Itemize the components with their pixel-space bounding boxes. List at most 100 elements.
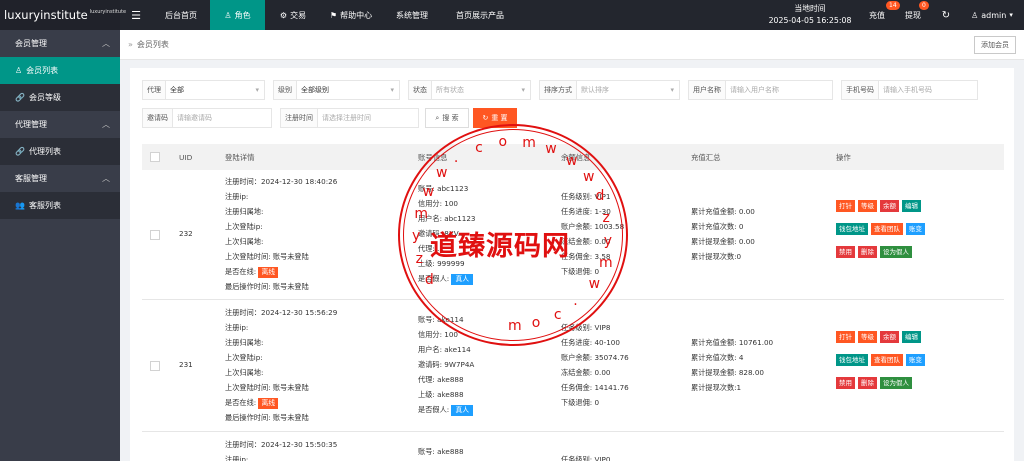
watermark-letter: m [414,205,429,222]
add-member-button[interactable]: 添加会员 [974,36,1016,54]
delete-button[interactable]: 删除 [858,246,877,258]
edit-button[interactable]: 编辑 [902,331,921,343]
row-checkbox[interactable] [150,230,160,240]
balance-button[interactable]: 余额 [880,331,899,343]
sidebar-item-agent-list[interactable]: 🔗 代理列表 [0,138,120,165]
withdraw-link[interactable]: 提现 0 [894,0,932,30]
user-icon: ♙ [15,66,23,75]
status-placeholder: 所有状态 [436,86,464,94]
sidebar-group-members[interactable]: 会员管理 ︿ [0,30,120,57]
sort-select[interactable]: 默认排序 ▾ [576,80,680,100]
sidebar: 会员管理 ︿ ♙ 会员列表 🔗 会员等级 代理管理 ︿ 🔗 代理列表 客服管理 … [0,30,120,461]
sidebar-group-service[interactable]: 客服管理 ︿ [0,165,120,192]
chevron-down-icon: ▾ [521,86,525,94]
balance-button[interactable]: 余额 [880,200,899,212]
disable-button[interactable]: 禁用 [836,246,855,258]
recharge-label: 充值 [869,10,885,20]
sort-label: 排序方式 [539,80,576,100]
login-line: 注册ip: [225,323,249,332]
nav-products-label: 首页展示产品 [456,10,504,20]
online-line: 是否在线: 离线 [225,264,337,279]
invite-input[interactable]: 请输邀请码 [172,108,272,128]
breadcrumb-current: 会员列表 [136,40,169,49]
recharge-link[interactable]: 充值 14 [860,0,900,30]
chevron-down-icon: ▾ [255,86,259,94]
set-fake-button[interactable]: 设为假人 [880,246,912,258]
watermark-letter: y [603,232,613,249]
balance-line: 账户余额: 35074.76 [561,353,629,362]
menu-toggle-icon[interactable]: ☰ [120,0,152,30]
login-details: 注册时间：2024-12-30 15:50:35 注册ip: [225,437,337,461]
sidebar-item-member-level[interactable]: 🔗 会员等级 [0,84,120,111]
watermark-letter: d [424,272,434,288]
select-all-checkbox[interactable] [150,152,160,162]
recharge-line: 累计充值次数: 0 [691,222,744,231]
link-icon: 🔗 [15,147,25,156]
level-button[interactable]: 等级 [858,331,877,343]
search-button[interactable]: ⌕ 搜 索 [425,108,469,128]
watermark-text: 道臻源码网 [430,231,570,262]
wallet-button[interactable]: 钱包地址 [836,223,868,235]
recharge-line: 累计提现次数:0 [691,252,742,261]
agent-select[interactable]: 全部 ▾ [165,80,265,100]
account-line: 上级: ake888 [418,390,464,399]
nav-trade[interactable]: ⚙ 交易 [265,0,321,30]
sidebar-item-service-list[interactable]: 👥 客服列表 [0,192,120,219]
watermark-letter: z [602,210,610,227]
account-info: 账号: ake888 [418,444,464,459]
row-actions: 打针 等级 余额 编辑 钱包地址 查看团队 账变 禁用 删除 设为假人 [836,200,925,269]
user-icon: ♙ [224,10,232,20]
sidebar-group-agents[interactable]: 代理管理 ︿ [0,111,120,138]
wallet-button[interactable]: 钱包地址 [836,354,868,366]
username-label: 用户名称 [688,80,725,100]
phone-input[interactable]: 请输入手机号码 [878,80,978,100]
status-badge: 离线 [258,398,279,409]
chevron-up-icon: ︿ [102,174,110,183]
nav-roles[interactable]: ♙ 角色 [210,0,265,30]
login-line: 上次登陆ip: [225,222,263,231]
watermark-letter: w [436,165,448,182]
edit-button[interactable]: 编辑 [902,200,921,212]
team-button[interactable]: 查看团队 [871,223,903,235]
account-line: 代理: ake888 [418,375,464,384]
sidebar-item-label: 会员等级 [28,93,61,102]
username-input[interactable]: 请输入用户名称 [725,80,833,100]
watermark-letter: c [553,306,562,323]
status-select[interactable]: 所有状态 ▾ [431,80,531,100]
fake-line: 是否假人: 真人 [418,402,474,417]
sidebar-item-member-list[interactable]: ♙ 会员列表 [0,57,120,84]
ledger-button[interactable]: 账变 [906,223,925,235]
inject-button[interactable]: 打针 [836,200,855,212]
ledger-button[interactable]: 账变 [906,354,925,366]
login-line: 最后操作时间: 账号未登陆 [225,413,309,422]
login-line: 注册时间：2024-12-30 15:50:35 [225,440,338,449]
nav-system[interactable]: 系统管理 [381,0,443,30]
logo[interactable]: luxuryinstitute luxuryinstitute [0,0,126,30]
delete-button[interactable]: 删除 [858,377,877,389]
login-details: 注册时间：2024-12-30 18:40:26 注册ip: 注册归属地: 上次… [225,174,337,294]
disable-button[interactable]: 禁用 [836,377,855,389]
nav-roles-label: 角色 [234,10,251,20]
sidebar-group-label: 客服管理 [15,174,47,183]
admin-menu[interactable]: ♙ admin ▾ [960,0,1024,30]
watermark-letter: w [588,275,601,292]
search-icon: ⌕ [435,113,440,122]
login-line: 上次归属地: [225,237,264,246]
chevron-down-icon: ▾ [390,86,394,94]
row-checkbox[interactable] [150,361,160,371]
regtime-input[interactable]: 请选择注册时间 [317,108,419,128]
watermark-letter: w [565,152,578,169]
nav-home[interactable]: 后台首页 [152,0,210,30]
inject-button[interactable]: 打针 [836,331,855,343]
balance-info: 任务级别: VIP0 [561,452,610,461]
refresh-icon[interactable]: ↻ [932,0,960,30]
set-fake-button[interactable]: 设为假人 [880,377,912,389]
nav-help[interactable]: ⚑ 帮助中心 [321,0,381,30]
login-line: 注册归属地: [225,207,264,216]
level-select[interactable]: 全部级别 ▾ [296,80,400,100]
filter-row-2: 邀请码 请输邀请码 注册时间 请选择注册时间 ⌕ 搜 索 ↻ 重 置 [142,108,517,128]
top-right: 当地时间 2025-04-05 16:25:08 充值 14 提现 0 ↻ ♙ … [760,0,1024,30]
level-button[interactable]: 等级 [858,200,877,212]
team-button[interactable]: 查看团队 [871,354,903,366]
nav-products[interactable]: 首页展示产品 [443,0,517,30]
